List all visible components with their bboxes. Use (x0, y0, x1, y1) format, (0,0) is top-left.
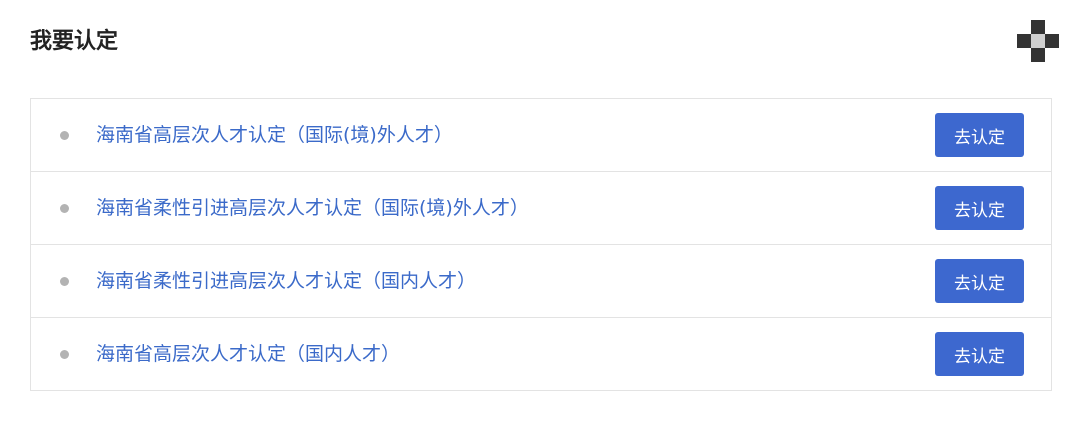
certify-button[interactable]: 去认定 (935, 113, 1024, 157)
list-item: 海南省高层次人才认定（国际(境)外人才） 去认定 (31, 99, 1051, 172)
bullet-icon (60, 131, 69, 140)
qr-code-icon[interactable] (1017, 20, 1060, 63)
certification-list: 海南省高层次人才认定（国际(境)外人才） 去认定 海南省柔性引进高层次人才认定（… (30, 98, 1052, 391)
bullet-icon (60, 204, 69, 213)
bullet-icon (60, 350, 69, 359)
item-link[interactable]: 海南省高层次人才认定（国际(境)外人才） (96, 122, 453, 148)
item-link[interactable]: 海南省高层次人才认定（国内人才） (96, 341, 400, 367)
list-item: 海南省柔性引进高层次人才认定（国际(境)外人才） 去认定 (31, 172, 1051, 245)
list-item: 海南省高层次人才认定（国内人才） 去认定 (31, 318, 1051, 390)
list-item: 海南省柔性引进高层次人才认定（国内人才） 去认定 (31, 245, 1051, 318)
item-link[interactable]: 海南省柔性引进高层次人才认定（国际(境)外人才） (96, 195, 529, 221)
certify-button[interactable]: 去认定 (935, 259, 1024, 303)
item-link[interactable]: 海南省柔性引进高层次人才认定（国内人才） (96, 268, 476, 294)
certify-button[interactable]: 去认定 (935, 332, 1024, 376)
certify-button[interactable]: 去认定 (935, 186, 1024, 230)
bullet-icon (60, 277, 69, 286)
page-title: 我要认定 (30, 29, 119, 54)
